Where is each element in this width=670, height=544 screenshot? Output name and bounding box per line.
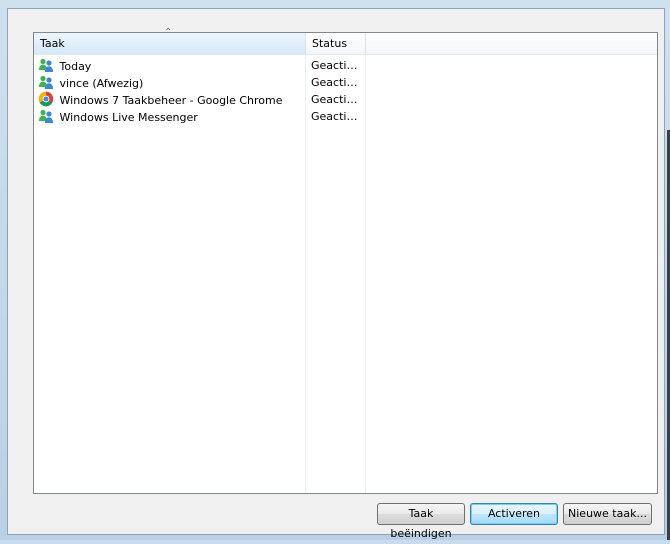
chrome-icon <box>38 91 54 107</box>
task-status: Geacti… <box>311 59 358 72</box>
task-name: Today <box>59 60 92 73</box>
sort-ascending-icon: ⌃ <box>164 27 173 38</box>
column-header-task[interactable]: ⌃ Taak <box>34 27 306 54</box>
task-list[interactable]: ⌃ Taak Status Today Geacti… vince (Afwez… <box>33 27 658 494</box>
column-header-status[interactable]: Status <box>306 33 366 54</box>
task-status: Geacti… <box>311 76 358 89</box>
new-task-button[interactable]: Nieuwe taak... <box>563 503 652 525</box>
list-item[interactable]: vince (Afwezig) Geacti… <box>34 74 657 91</box>
switch-to-button[interactable]: Activeren <box>470 503 558 525</box>
list-item[interactable]: Windows 7 Taakbeheer - Google Chrome Gea… <box>34 91 657 108</box>
task-status: Geacti… <box>311 110 358 123</box>
list-item[interactable]: Windows Live Messenger Geacti… <box>34 108 657 125</box>
messenger-icon <box>38 109 54 123</box>
task-name: Windows 7 Taakbeheer - Google Chrome <box>59 94 283 107</box>
column-header-status-label: Status <box>312 37 348 50</box>
task-manager-applications-tab: ⌃ Taak Status Today Geacti… vince (Afwez… <box>7 8 665 540</box>
end-task-button[interactable]: Taak beëindigen <box>377 503 465 540</box>
list-item[interactable]: Today Geacti… <box>34 57 657 74</box>
messenger-icon <box>38 58 54 72</box>
column-header-task-label: Taak <box>40 37 65 50</box>
messenger-icon <box>38 75 54 89</box>
task-name: Windows Live Messenger <box>59 111 198 124</box>
task-status: Geacti… <box>311 93 358 106</box>
list-header: ⌃ Taak Status <box>34 27 657 55</box>
task-name: vince (Afwezig) <box>59 77 144 90</box>
